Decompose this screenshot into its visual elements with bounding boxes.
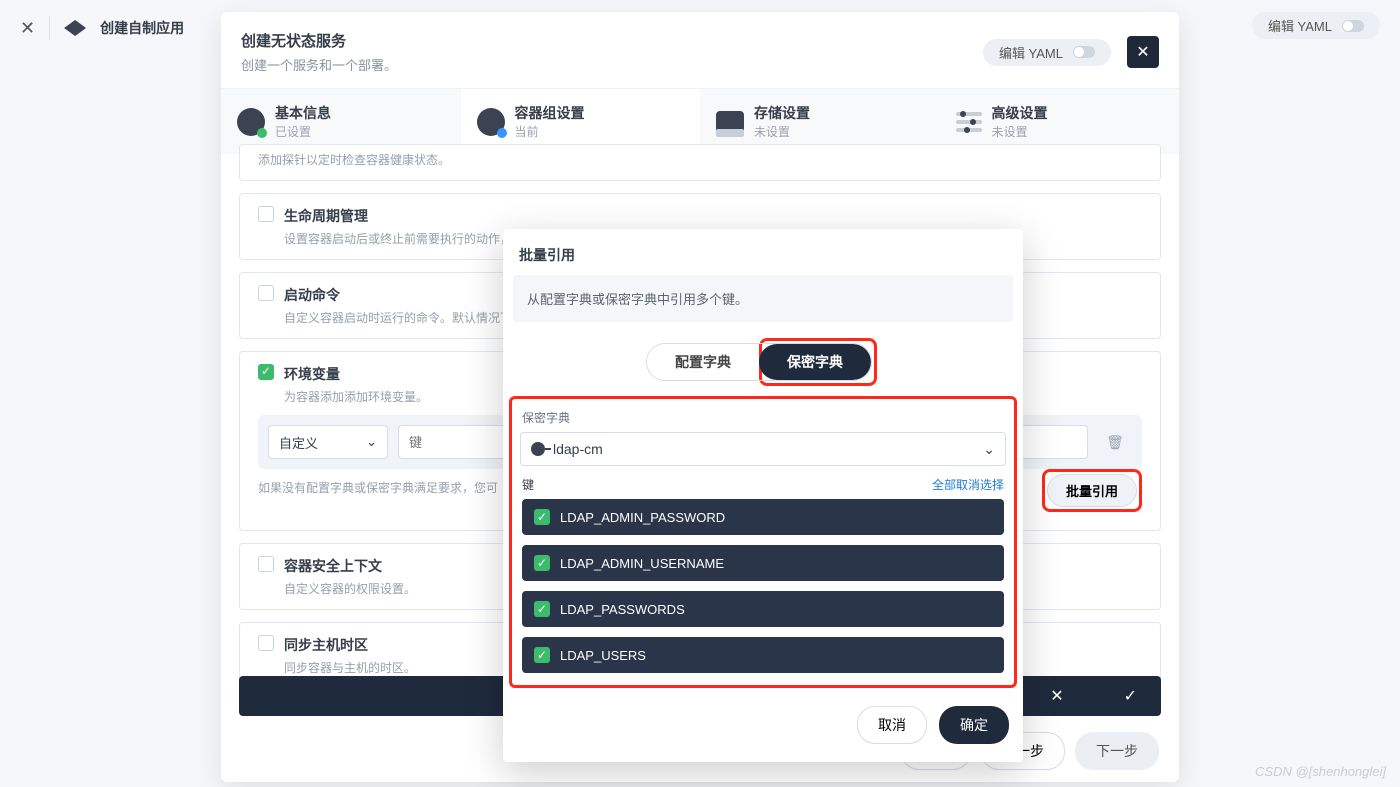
checkbox-unchecked-icon[interactable] (258, 285, 274, 301)
bar-confirm-icon[interactable]: ✓ (1124, 686, 1137, 706)
modal-title: 创建无状态服务 (241, 30, 983, 51)
checkbox-unchecked-icon[interactable] (258, 206, 274, 222)
modal-header: 创建无状态服务 创建一个服务和一个部署。 编辑 YAML ✕ (221, 12, 1179, 88)
checkbox-unchecked-icon[interactable] (258, 556, 274, 572)
modal-subtitle: 创建一个服务和一个部署。 (241, 55, 983, 74)
popover-cancel-button[interactable]: 取消 (857, 706, 927, 744)
highlight-red: 配置字典 保密字典 (759, 338, 877, 386)
checkbox-checked-icon[interactable]: ✓ (534, 509, 550, 525)
storage-icon (716, 111, 744, 133)
popover-actions: 取消 确定 (503, 688, 1023, 744)
divider (49, 16, 50, 40)
toggle-icon (1073, 46, 1095, 58)
key-item[interactable]: ✓LDAP_ADMIN_PASSWORD (522, 499, 1004, 535)
toggle-icon (1342, 20, 1364, 32)
disc-icon (237, 108, 265, 136)
key-icon (531, 442, 545, 456)
popover-title: 批量引用 (503, 245, 1023, 275)
key-item[interactable]: ✓LDAP_USERS (522, 637, 1004, 673)
edit-yaml-label: 编辑 YAML (1268, 16, 1332, 35)
checkbox-checked-icon[interactable]: ✓ (534, 647, 550, 663)
tab-secret[interactable]: 保密字典 (759, 344, 871, 380)
checkbox-checked-icon[interactable] (258, 364, 274, 380)
tab-configmap[interactable]: 配置字典 (647, 344, 759, 380)
watermark: CSDN @[shenhonglei] (1255, 764, 1386, 779)
edit-yaml-label: 编辑 YAML (999, 43, 1063, 62)
checkbox-checked-icon[interactable]: ✓ (534, 555, 550, 571)
bar-cancel-icon[interactable]: ✕ (1050, 686, 1063, 706)
cap-icon (64, 20, 86, 36)
close-icon[interactable]: ✕ (20, 18, 35, 39)
key-item[interactable]: ✓LDAP_ADMIN_USERNAME (522, 545, 1004, 581)
env-note: 如果没有配置字典或保密字典满足要求，您可 (258, 479, 498, 496)
bulk-reference-popover: 批量引用 从配置字典或保密字典中引用多个键。 配置字典 保密字典 保密字典 ld… (503, 229, 1023, 762)
secret-select[interactable]: ldap-cm ⌄ (520, 432, 1006, 466)
probe-card-tail: 添加探针以定时检查容器健康状态。 (239, 144, 1161, 181)
trash-icon[interactable]: 🗑 (1098, 425, 1132, 459)
bulk-reference-button[interactable]: 批量引用 (1047, 474, 1137, 507)
chevron-down-icon: ⌄ (983, 441, 995, 458)
keys-label: 键 (522, 476, 534, 493)
dict-type-tabs: 配置字典 保密字典 (646, 343, 872, 381)
edit-yaml-toggle-bg[interactable]: 编辑 YAML (1252, 12, 1380, 39)
popover-ok-button[interactable]: 确定 (939, 706, 1009, 744)
popover-banner: 从配置字典或保密字典中引用多个键。 (513, 275, 1013, 322)
page-title: 创建自制应用 (100, 18, 184, 38)
deselect-all-link[interactable]: 全部取消选择 (932, 476, 1004, 493)
highlight-red: 批量引用 (1042, 469, 1142, 512)
highlight-red: 保密字典 ldap-cm ⌄ 键 全部取消选择 ✓LDAP_ADMIN_PASS… (509, 396, 1017, 688)
edit-yaml-toggle[interactable]: 编辑 YAML (983, 39, 1111, 66)
checkbox-checked-icon[interactable]: ✓ (534, 601, 550, 617)
modal-close-button[interactable]: ✕ (1127, 36, 1159, 68)
container-icon (477, 108, 505, 136)
env-type-select[interactable]: 自定义 ⌄ (268, 425, 388, 459)
next-button[interactable]: 下一步 (1075, 732, 1159, 770)
secret-label: 保密字典 (522, 409, 1004, 426)
key-item[interactable]: ✓LDAP_PASSWORDS (522, 591, 1004, 627)
probe-sub: 添加探针以定时检查容器健康状态。 (258, 151, 1142, 168)
key-list: ✓LDAP_ADMIN_PASSWORD ✓LDAP_ADMIN_USERNAM… (520, 499, 1006, 673)
checkbox-unchecked-icon[interactable] (258, 635, 274, 651)
sliders-icon (956, 112, 982, 132)
chevron-down-icon: ⌄ (366, 434, 377, 450)
